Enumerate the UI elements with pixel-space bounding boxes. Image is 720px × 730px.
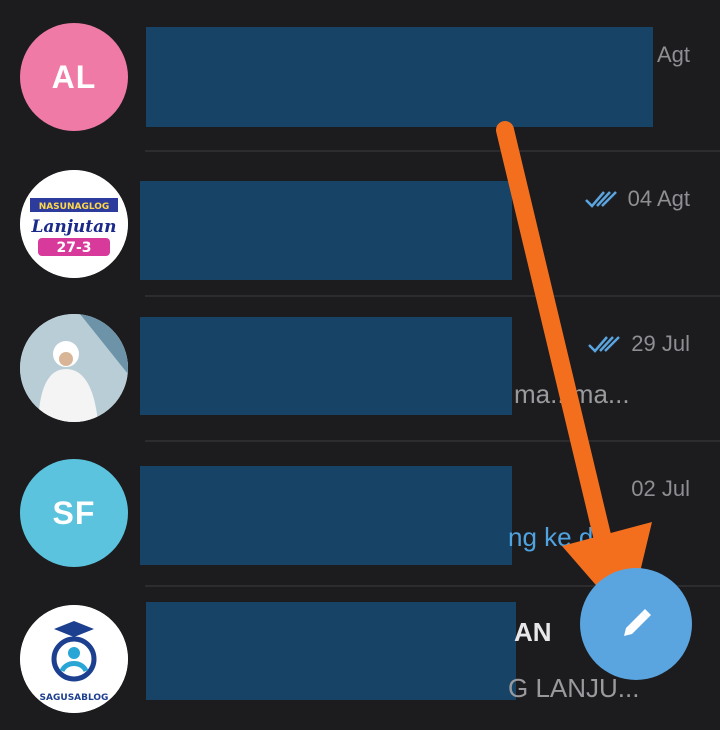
- avatar: SAGUSABLOG: [20, 605, 128, 713]
- chat-meta: 02 Jul: [631, 476, 690, 502]
- chat-date: Agt: [656, 42, 690, 67]
- avatar: NASUNAGLOG Lanjutan 27-3: [20, 170, 128, 278]
- svg-text:SAGUSABLOG: SAGUSABLOG: [40, 693, 109, 703]
- blog-logo-icon: NASUNAGLOG Lanjutan 27-3: [20, 170, 128, 278]
- avatar-initials: AL: [51, 58, 97, 95]
- svg-text:Lanjutan: Lanjutan: [30, 217, 116, 237]
- avatar: SF: [20, 459, 128, 567]
- chat-date: 02 Jul: [631, 476, 690, 501]
- chat-row[interactable]: NASUNAGLOG Lanjutan 27-3 04 Agt: [0, 150, 720, 295]
- profile-photo-icon: [20, 314, 128, 422]
- chat-meta: Agt: [657, 42, 690, 68]
- chat-row[interactable]: AL Agt: [0, 0, 720, 145]
- double-check-icon: [584, 189, 620, 209]
- chat-date: 29 Jul: [631, 331, 690, 356]
- redacted-name: [140, 181, 512, 280]
- svg-text:27-3: 27-3: [56, 240, 91, 256]
- avatar-initials: SF: [52, 494, 96, 531]
- avatar: [20, 314, 128, 422]
- chat-snippet: ng ke d: [508, 522, 594, 552]
- chat-row[interactable]: 29 Jul ma...ma...: [0, 295, 720, 440]
- chat-meta: 04 Agt: [584, 186, 690, 212]
- pencil-icon: [624, 609, 651, 636]
- chat-title-fragment: AN: [514, 617, 552, 647]
- chat-date: 04 Agt: [627, 186, 690, 211]
- redacted-name: [146, 602, 516, 700]
- redacted-name: [146, 27, 653, 127]
- chat-row[interactable]: SF 02 Jul ng ke d: [0, 440, 720, 585]
- school-logo-icon: SAGUSABLOG: [20, 605, 128, 713]
- redacted-name: [140, 466, 512, 565]
- compose-button[interactable]: [580, 568, 692, 680]
- chat-snippet: ma...ma...: [514, 379, 630, 409]
- svg-text:NASUNAGLOG: NASUNAGLOG: [39, 202, 110, 212]
- chat-meta: 29 Jul: [587, 331, 690, 357]
- redacted-name: [140, 317, 512, 415]
- avatar: AL: [20, 23, 128, 131]
- double-check-icon: [587, 334, 623, 354]
